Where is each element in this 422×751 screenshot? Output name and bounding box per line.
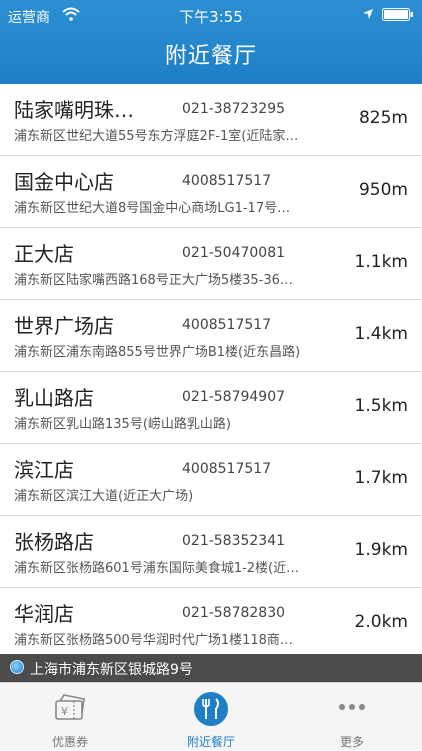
more-icon (339, 704, 365, 710)
restaurant-phone: 021-38723295 (182, 101, 286, 117)
restaurant-address: 浦东新区世纪大道55号东方浮庭2F-1室(近陆家… (14, 129, 299, 144)
tab-nearby-restaurants[interactable]: 附近餐厅 (141, 683, 281, 751)
status-time: 下午3:55 (179, 8, 243, 26)
restaurant-row[interactable]: 滨江店 4008517517 浦东新区滨江大道(近正大广场) 1.7km (0, 444, 422, 516)
restaurant-name: 乳山路店 (14, 386, 94, 410)
restaurant-row[interactable]: 陆家嘴明珠… 021-38723295 浦东新区世纪大道55号东方浮庭2F-1室… (0, 84, 422, 156)
restaurant-row[interactable]: 华润店 021-58782830 浦东新区张杨路500号华润时代广场1楼118商… (0, 588, 422, 654)
restaurant-address: 浦东新区乳山路135号(崂山路乳山路) (14, 417, 231, 432)
restaurant-distance: 1.5km (354, 396, 408, 416)
restaurant-phone: 4008517517 (182, 461, 272, 477)
tab-bar: ¥ 优惠券 附近餐厅 更多 (0, 682, 422, 750)
restaurant-row[interactable]: 正大店 021-50470081 浦东新区陆家嘴西路168号正大广场5楼35-3… (0, 228, 422, 300)
restaurant-address: 浦东新区陆家嘴西路168号正大广场5楼35-36… (14, 273, 293, 288)
restaurant-name: 滨江店 (14, 458, 74, 482)
restaurant-name: 张杨路店 (14, 530, 94, 554)
restaurant-distance: 1.7km (354, 468, 408, 488)
restaurant-icon (194, 692, 228, 726)
restaurant-name: 陆家嘴明珠… (14, 98, 134, 122)
page-title: 附近餐厅 (164, 44, 257, 69)
restaurant-address: 浦东新区张杨路601号浦东国际美食城1-2楼(近… (14, 561, 300, 576)
tab-label: 附近餐厅 (186, 735, 235, 749)
restaurant-address: 浦东新区世纪大道8号国金中心商场LG1-17号… (14, 201, 291, 216)
restaurant-name: 国金中心店 (14, 170, 114, 194)
restaurant-phone: 4008517517 (182, 317, 272, 333)
tab-more[interactable]: 更多 (282, 683, 422, 751)
current-location-bar: 上海市浦东新区银城路9号 (0, 654, 422, 682)
restaurant-address: 浦东新区张杨路500号华润时代广场1楼118商… (14, 633, 293, 648)
tab-label: 更多 (339, 735, 364, 749)
restaurant-row[interactable]: 国金中心店 4008517517 浦东新区世纪大道8号国金中心商场LG1-17号… (0, 156, 422, 228)
status-bar: 运营商 下午3:55 (0, 0, 422, 30)
tab-coupons[interactable]: ¥ 优惠券 (0, 683, 140, 751)
restaurant-phone: 021-58782830 (182, 605, 286, 621)
battery-icon (382, 8, 413, 21)
restaurant-distance: 1.1km (354, 252, 408, 272)
restaurant-phone: 021-58352341 (182, 533, 286, 549)
restaurant-list[interactable]: 陆家嘴明珠… 021-38723295 浦东新区世纪大道55号东方浮庭2F-1室… (0, 84, 422, 654)
tab-label: 优惠券 (51, 735, 88, 749)
restaurant-distance: 2.0km (354, 612, 408, 632)
restaurant-distance: 825m (358, 108, 408, 128)
restaurant-distance: 950m (358, 180, 408, 200)
restaurant-distance: 1.4km (354, 324, 408, 344)
coupon-icon: ¥ (55, 694, 85, 720)
restaurant-address: 浦东新区浦东南路855号世界广场B1楼(近东昌路) (14, 345, 301, 360)
restaurant-name: 华润店 (14, 602, 74, 626)
restaurant-row[interactable]: 世界广场店 4008517517 浦东新区浦东南路855号世界广场B1楼(近东昌… (0, 300, 422, 372)
location-arrow-icon (363, 9, 373, 19)
svg-text:¥: ¥ (61, 705, 68, 718)
restaurant-row[interactable]: 张杨路店 021-58352341 浦东新区张杨路601号浦东国际美食城1-2楼… (0, 516, 422, 588)
restaurant-name: 正大店 (14, 242, 74, 266)
header: 运营商 下午3:55 附近餐厅 (0, 0, 422, 84)
restaurant-name: 世界广场店 (14, 314, 114, 338)
restaurant-distance: 1.9km (354, 540, 408, 560)
restaurant-phone: 021-58794907 (182, 389, 286, 405)
current-location-text: 上海市浦东新区银城路9号 (30, 662, 193, 678)
restaurant-phone: 021-50470081 (182, 245, 286, 261)
restaurant-address: 浦东新区滨江大道(近正大广场) (14, 489, 194, 504)
location-dot-icon (10, 660, 24, 674)
restaurant-phone: 4008517517 (182, 173, 272, 189)
restaurant-row[interactable]: 乳山路店 021-58794907 浦东新区乳山路135号(崂山路乳山路) 1.… (0, 372, 422, 444)
